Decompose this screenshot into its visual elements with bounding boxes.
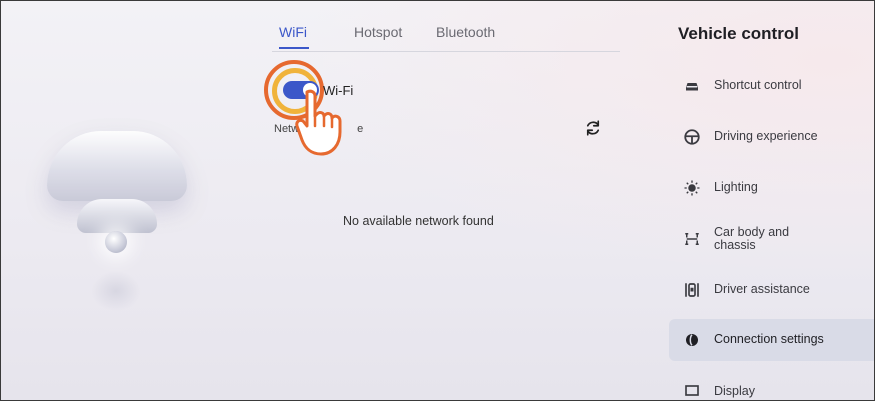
menu-item-connection-settings[interactable]: Connection settings [669, 319, 874, 361]
menu-item-car-body-chassis[interactable]: Car body and chassis [669, 218, 874, 260]
menu-item-driving-experience[interactable]: Driving experience [669, 116, 874, 158]
menu-item-driver-assistance[interactable]: Driver assistance [669, 269, 874, 311]
menu-item-lighting[interactable]: Lighting [669, 167, 874, 209]
tab-bluetooth[interactable]: Bluetooth [436, 24, 495, 40]
chassis-icon [685, 233, 699, 245]
app-window: WiFi Hotspot Bluetooth Wi-Fi Netw e No av… [0, 0, 875, 401]
active-tab-indicator [279, 47, 309, 49]
steering-wheel-icon [684, 129, 700, 145]
connection-icon [686, 334, 698, 346]
light-bulb-icon [684, 180, 700, 196]
menu-item-display[interactable]: Display [669, 371, 874, 400]
connection-tabs: WiFi Hotspot Bluetooth [272, 21, 620, 52]
car-icon [686, 83, 698, 91]
tab-wifi[interactable]: WiFi [279, 24, 307, 40]
panel-title: Vehicle control [678, 24, 799, 43]
ceiling-lamp-illustration [41, 111, 191, 331]
refresh-icon[interactable] [584, 119, 602, 137]
empty-network-message: No available network found [343, 214, 494, 228]
tab-hotspot[interactable]: Hotspot [354, 24, 402, 40]
driver-assistance-icon [685, 283, 699, 297]
display-icon [685, 385, 699, 396]
menu-item-shortcut-control[interactable]: Shortcut control [669, 65, 874, 107]
pointing-hand-icon [295, 89, 342, 156]
